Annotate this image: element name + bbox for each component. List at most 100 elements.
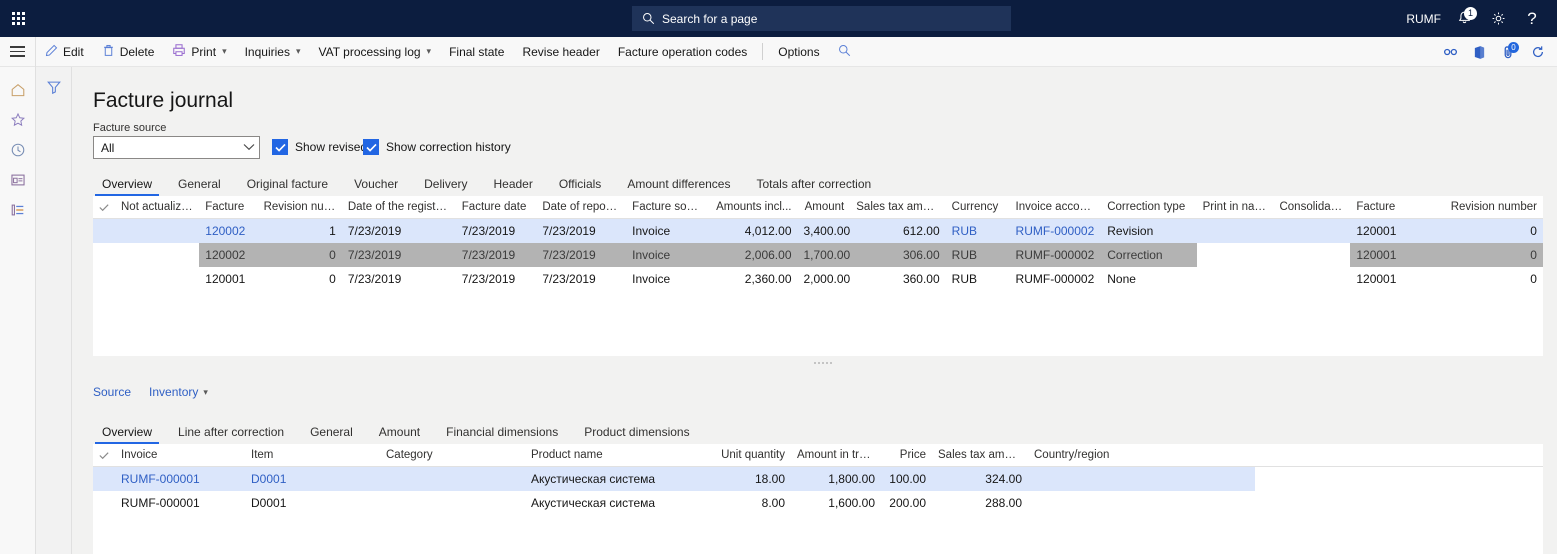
column-category[interactable]: Category [380, 449, 525, 461]
cell-facture[interactable]: 120002 [199, 219, 257, 243]
facture-source-select[interactable]: All [93, 136, 260, 159]
column-print-in-national[interactable]: Print in nationa... [1197, 201, 1274, 213]
column-amount-in-tran[interactable]: Amount in tran... [791, 449, 881, 461]
vat-processing-log-button[interactable]: VAT processing log ▾ [309, 37, 440, 67]
column-correction-type[interactable]: Correction type [1101, 201, 1196, 213]
column-revision-number[interactable]: Revision number [258, 201, 342, 213]
line-tab-amount[interactable]: Amount [366, 425, 433, 444]
column-sales-tax-amount[interactable]: Sales tax amount [850, 201, 945, 213]
column-amount[interactable]: Amount [798, 201, 851, 213]
line-tab-line-after-correction[interactable]: Line after correction [165, 425, 297, 444]
select-all-checkmark-icon[interactable] [93, 451, 115, 460]
column-date-of-registration[interactable]: Date of the registration ↓ [342, 201, 456, 213]
row-select-checkbox[interactable] [93, 467, 115, 491]
company-indicator[interactable]: RUMF [1400, 0, 1447, 37]
cell-item[interactable]: D0001 [245, 491, 380, 515]
line-tab-financial-dimensions[interactable]: Financial dimensions [433, 425, 571, 444]
column-product-name[interactable]: Product name [525, 449, 708, 461]
column-item[interactable]: Item [245, 449, 380, 461]
column-unit-quantity[interactable]: Unit quantity [708, 449, 791, 461]
modules-icon[interactable] [0, 195, 36, 225]
star-icon[interactable] [0, 105, 36, 135]
cell-invoice[interactable]: RUMF-000001 [115, 491, 245, 515]
row-select-checkbox[interactable] [93, 491, 115, 515]
tab-totals-after-correction[interactable]: Totals after correction [743, 177, 884, 196]
column-facture-source[interactable]: Facture source [626, 201, 709, 213]
cell-invoice-account[interactable]: RUMF-000002 [1009, 243, 1102, 267]
table-row[interactable]: 120001 0 7/23/2019 7/23/2019 7/23/2019 I… [93, 267, 1543, 291]
column-not-actualized[interactable]: Not actualized [115, 201, 199, 213]
command-search-button[interactable] [829, 37, 860, 67]
tab-general[interactable]: General [165, 177, 234, 196]
cell-item[interactable]: D0001 [245, 467, 380, 491]
inventory-button[interactable]: Inventory ▾ [149, 385, 208, 399]
column-sales-tax-amount[interactable]: Sales tax amount [932, 449, 1028, 461]
source-button[interactable]: Source [93, 385, 131, 399]
column-facture-date[interactable]: Facture date [456, 201, 537, 213]
options-button[interactable]: Options [769, 37, 828, 67]
attachment-icon[interactable]: 0 [1495, 37, 1522, 67]
search-input[interactable] [662, 11, 992, 26]
column-facture-2[interactable]: Facture [1350, 201, 1442, 213]
tab-original-facture[interactable]: Original facture [234, 177, 341, 196]
panel-splitter[interactable] [814, 362, 832, 364]
workspace-icon[interactable] [0, 165, 36, 195]
column-consolidated[interactable]: Consolidated [1273, 201, 1350, 213]
tab-amount-differences[interactable]: Amount differences [614, 177, 743, 196]
final-state-button[interactable]: Final state [440, 37, 513, 67]
tab-delivery[interactable]: Delivery [411, 177, 480, 196]
line-tab-general[interactable]: General [297, 425, 366, 444]
bell-icon[interactable]: 1 [1447, 0, 1481, 37]
app-launcher-icon[interactable] [0, 0, 37, 37]
column-currency[interactable]: Currency [946, 201, 1010, 213]
delete-button[interactable]: Delete [93, 37, 164, 67]
cell-facture[interactable]: 120001 [199, 267, 257, 291]
column-revision-number-2[interactable]: Revision number [1442, 201, 1543, 213]
gear-icon[interactable] [1481, 0, 1515, 37]
tab-overview[interactable]: Overview [89, 177, 165, 196]
filter-icon[interactable] [36, 73, 72, 101]
select-all-checkmark-icon[interactable] [93, 203, 115, 212]
tab-header[interactable]: Header [480, 177, 545, 196]
home-icon[interactable] [0, 75, 36, 105]
hamburger-icon[interactable] [0, 36, 36, 67]
column-date-of-reporting[interactable]: Date of reporting [536, 201, 626, 213]
line-tab-product-dimensions[interactable]: Product dimensions [571, 425, 702, 444]
clock-icon[interactable] [0, 135, 36, 165]
cell-currency[interactable]: RUB [946, 219, 1010, 243]
tab-voucher[interactable]: Voucher [341, 177, 411, 196]
cell-invoice-account[interactable]: RUMF-000002 [1010, 219, 1102, 243]
cell-currency[interactable]: RUB [945, 243, 1010, 267]
global-search[interactable] [632, 6, 1011, 31]
list-item[interactable]: RUMF-000001 D0001 Акустическая система 1… [93, 467, 1255, 491]
row-select-checkbox[interactable] [93, 219, 115, 243]
show-correction-history-checkbox[interactable]: Show correction history [363, 139, 511, 155]
tab-officials[interactable]: Officials [546, 177, 614, 196]
column-country-region[interactable]: Country/region [1028, 449, 1138, 461]
cell-invoice[interactable]: RUMF-000001 [115, 467, 245, 491]
list-item[interactable]: RUMF-000001 D0001 Акустическая система 8… [93, 491, 1543, 515]
facture-operation-codes-button[interactable]: Facture operation codes [609, 37, 756, 67]
revise-header-button[interactable]: Revise header [513, 37, 608, 67]
print-button[interactable]: Print ▾ [163, 37, 235, 67]
row-select-checkbox[interactable] [93, 243, 115, 267]
column-amounts-incl[interactable]: Amounts incl... [710, 201, 798, 213]
help-icon[interactable]: ? [1515, 0, 1549, 37]
column-invoice[interactable]: Invoice [115, 449, 245, 461]
edit-button[interactable]: Edit [36, 37, 93, 67]
column-invoice-account[interactable]: Invoice account [1010, 201, 1102, 213]
line-tab-overview[interactable]: Overview [89, 425, 165, 444]
column-price[interactable]: Price [881, 449, 932, 461]
office-icon[interactable] [1466, 37, 1493, 67]
link-icon[interactable] [1437, 37, 1464, 67]
table-row[interactable]: 120002 0 7/23/2019 7/23/2019 7/23/2019 I… [93, 243, 1543, 267]
refresh-icon[interactable] [1524, 37, 1551, 67]
column-facture[interactable]: Facture [199, 201, 257, 213]
row-select-checkbox[interactable] [93, 267, 115, 291]
cell-invoice-account[interactable]: RUMF-000002 [1010, 267, 1102, 291]
inquiries-button[interactable]: Inquiries ▾ [236, 37, 310, 67]
cell-facture[interactable]: 120002 [199, 243, 258, 267]
show-revised-checkbox[interactable]: Show revised [272, 139, 367, 155]
table-row[interactable]: 120002 1 7/23/2019 7/23/2019 7/23/2019 I… [93, 219, 1543, 243]
cell-currency[interactable]: RUB [946, 267, 1010, 291]
